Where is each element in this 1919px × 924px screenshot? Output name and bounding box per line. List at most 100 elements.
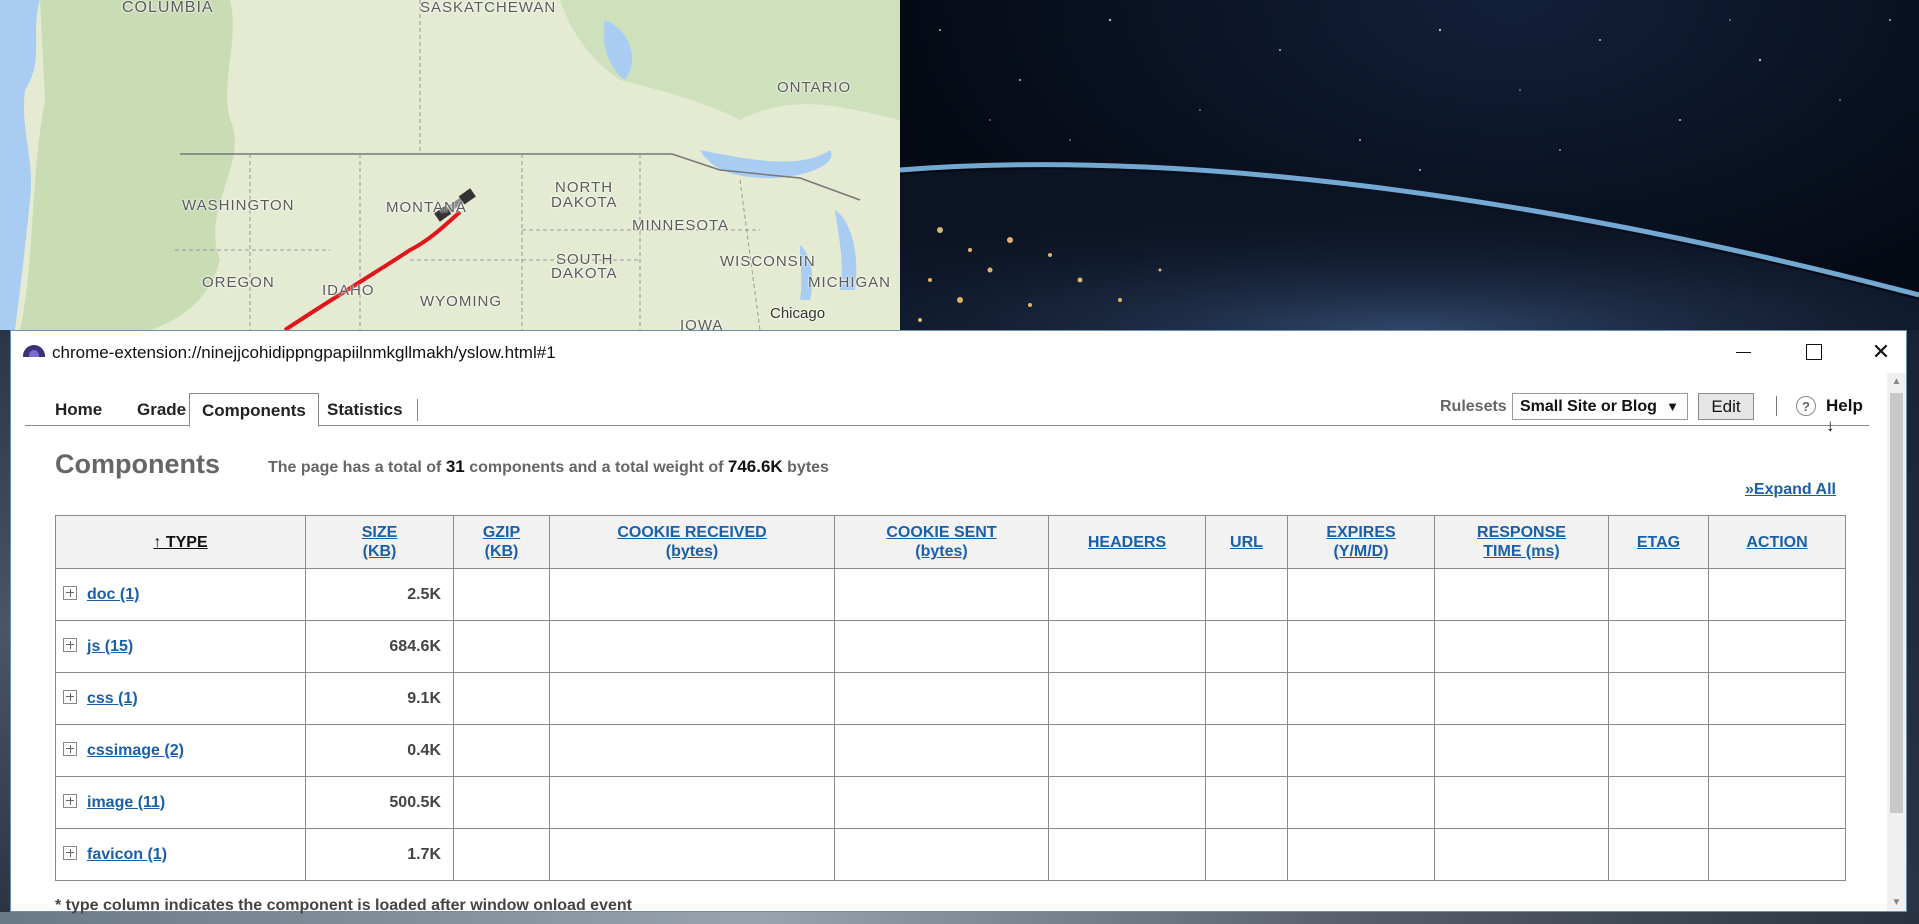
url-cell <box>1205 828 1288 881</box>
dropdown-arrow-icon: ▼ <box>1666 399 1679 414</box>
window-title: chrome-extension://ninejjcohidippngpapii… <box>52 343 556 362</box>
expand-plus-icon[interactable] <box>63 637 77 652</box>
size-cell: 2.5K <box>305 568 454 621</box>
minimize-button[interactable] <box>1711 331 1775 373</box>
tab-separator <box>417 399 418 421</box>
expand-plus-icon[interactable] <box>63 793 77 808</box>
table-row: js (15) 684.6K <box>55 620 1846 673</box>
column-header-cookie-sent[interactable]: COOKIE SENT (bytes) <box>834 515 1049 569</box>
help-icon[interactable]: ? <box>1796 396 1816 416</box>
column-header-type[interactable]: ↑ TYPE <box>55 515 306 569</box>
rulesets-select[interactable]: Small Site or Blog ▼ <box>1512 393 1688 420</box>
rulesets-label: Rulesets <box>1440 398 1507 415</box>
action-cell <box>1708 776 1846 829</box>
response-time-cell <box>1434 568 1609 621</box>
column-header-action[interactable]: ACTION <box>1708 515 1846 569</box>
type-cell: css (1) <box>55 672 306 725</box>
expires-cell <box>1287 724 1435 777</box>
action-cell <box>1708 828 1846 881</box>
type-link[interactable]: doc (1) <box>87 586 139 603</box>
yslow-window: chrome-extension://ninejjcohidippngpapii… <box>10 330 1907 914</box>
url-cell <box>1205 776 1288 829</box>
map-label-wisconsin: WISCONSIN <box>720 253 816 270</box>
vertical-scrollbar[interactable]: ▲ ▼ <box>1887 373 1906 911</box>
header-size-line1: SIZE <box>361 524 398 541</box>
type-link[interactable]: image (11) <box>87 794 165 811</box>
column-header-expires[interactable]: EXPIRES (Y/M/D) <box>1287 515 1435 569</box>
scroll-down-arrow-icon[interactable]: ▼ <box>1887 894 1906 911</box>
type-link[interactable]: css (1) <box>87 690 138 707</box>
close-button[interactable]: ✕ <box>1849 331 1913 373</box>
map-label-michigan: MICHIGAN <box>808 274 891 291</box>
tab-home[interactable]: Home <box>43 393 114 424</box>
type-link[interactable]: js (15) <box>87 638 133 655</box>
close-icon: ✕ <box>1871 339 1891 364</box>
total-weight: 746.6K <box>727 457 783 476</box>
expires-cell <box>1287 620 1435 673</box>
map-label-columbia: COLUMBIA <box>122 0 214 16</box>
tab-components[interactable]: Components <box>189 393 319 427</box>
expand-plus-icon[interactable] <box>63 585 77 600</box>
response-time-cell <box>1434 776 1609 829</box>
header-response-line2: TIME (ms) <box>1483 543 1560 560</box>
tab-bar: Home Grade Components Statistics Ruleset… <box>25 393 1869 435</box>
etag-cell <box>1608 620 1709 673</box>
gzip-cell <box>453 776 550 829</box>
map-label-north-dakota-2: DAKOTA <box>551 194 618 211</box>
action-cell <box>1708 672 1846 725</box>
expires-cell <box>1287 568 1435 621</box>
cookie-sent-cell <box>834 828 1049 881</box>
response-time-cell <box>1434 724 1609 777</box>
headers-cell <box>1048 568 1206 621</box>
maximize-button[interactable] <box>1782 331 1846 373</box>
table-body: doc (1) 2.5K js (15) 684.6K css (1) 9.1K… <box>55 568 1846 881</box>
headers-cell <box>1048 672 1206 725</box>
title-bar[interactable]: chrome-extension://ninejjcohidippngpapii… <box>11 331 1906 373</box>
table-row: css (1) 9.1K <box>55 672 1846 725</box>
expand-plus-icon[interactable] <box>63 845 77 860</box>
column-header-cookie-received[interactable]: COOKIE RECEIVED (bytes) <box>549 515 835 569</box>
size-cell: 9.1K <box>305 672 454 725</box>
cookie-received-cell <box>549 568 835 621</box>
expand-all-link[interactable]: »Expand All <box>1745 481 1836 499</box>
rulesets-selected-value: Small Site or Blog <box>1520 398 1657 415</box>
column-header-size[interactable]: SIZE (KB) <box>305 515 454 569</box>
type-link[interactable]: cssimage (2) <box>87 742 184 759</box>
table-row: favicon (1) 1.7K <box>55 828 1846 881</box>
desktop-wallpaper-edge-right <box>1907 330 1919 924</box>
expand-plus-icon[interactable] <box>63 741 77 756</box>
table-row: doc (1) 2.5K <box>55 568 1846 621</box>
action-cell <box>1708 620 1846 673</box>
header-size-line2: (KB) <box>362 543 397 560</box>
expand-plus-icon[interactable] <box>63 689 77 704</box>
tab-statistics[interactable]: Statistics <box>315 393 415 424</box>
map-label-wyoming: WYOMING <box>420 293 502 310</box>
type-link[interactable]: favicon (1) <box>87 846 167 863</box>
scroll-up-arrow-icon[interactable]: ▲ <box>1887 373 1906 390</box>
scrollbar-thumb[interactable] <box>1890 393 1903 813</box>
header-expires-line1: EXPIRES <box>1326 524 1396 541</box>
map-graphic <box>0 0 900 330</box>
etag-cell <box>1608 828 1709 881</box>
column-header-response-time[interactable]: RESPONSE TIME (ms) <box>1434 515 1609 569</box>
headers-cell <box>1048 724 1206 777</box>
header-cookie-received-line2: (bytes) <box>665 543 719 560</box>
help-link[interactable]: Help ↓ <box>1826 396 1869 436</box>
components-summary: The page has a total of 31 components an… <box>268 457 829 477</box>
table-row: image (11) 500.5K <box>55 776 1846 829</box>
gzip-cell <box>453 672 550 725</box>
tab-grade[interactable]: Grade <box>125 393 198 424</box>
edit-ruleset-button[interactable]: Edit <box>1698 393 1754 420</box>
cookie-sent-cell <box>834 568 1049 621</box>
map-label-montana: MONTANA <box>386 199 467 216</box>
headers-cell <box>1048 828 1206 881</box>
gzip-cell <box>453 568 550 621</box>
column-header-headers[interactable]: HEADERS <box>1048 515 1206 569</box>
response-time-cell <box>1434 620 1609 673</box>
column-header-gzip[interactable]: GZIP (KB) <box>453 515 550 569</box>
column-header-etag[interactable]: ETAG <box>1608 515 1709 569</box>
column-header-url[interactable]: URL <box>1205 515 1288 569</box>
summary-suffix: bytes <box>787 459 829 476</box>
etag-cell <box>1608 568 1709 621</box>
map-label-oregon: OREGON <box>202 274 275 291</box>
